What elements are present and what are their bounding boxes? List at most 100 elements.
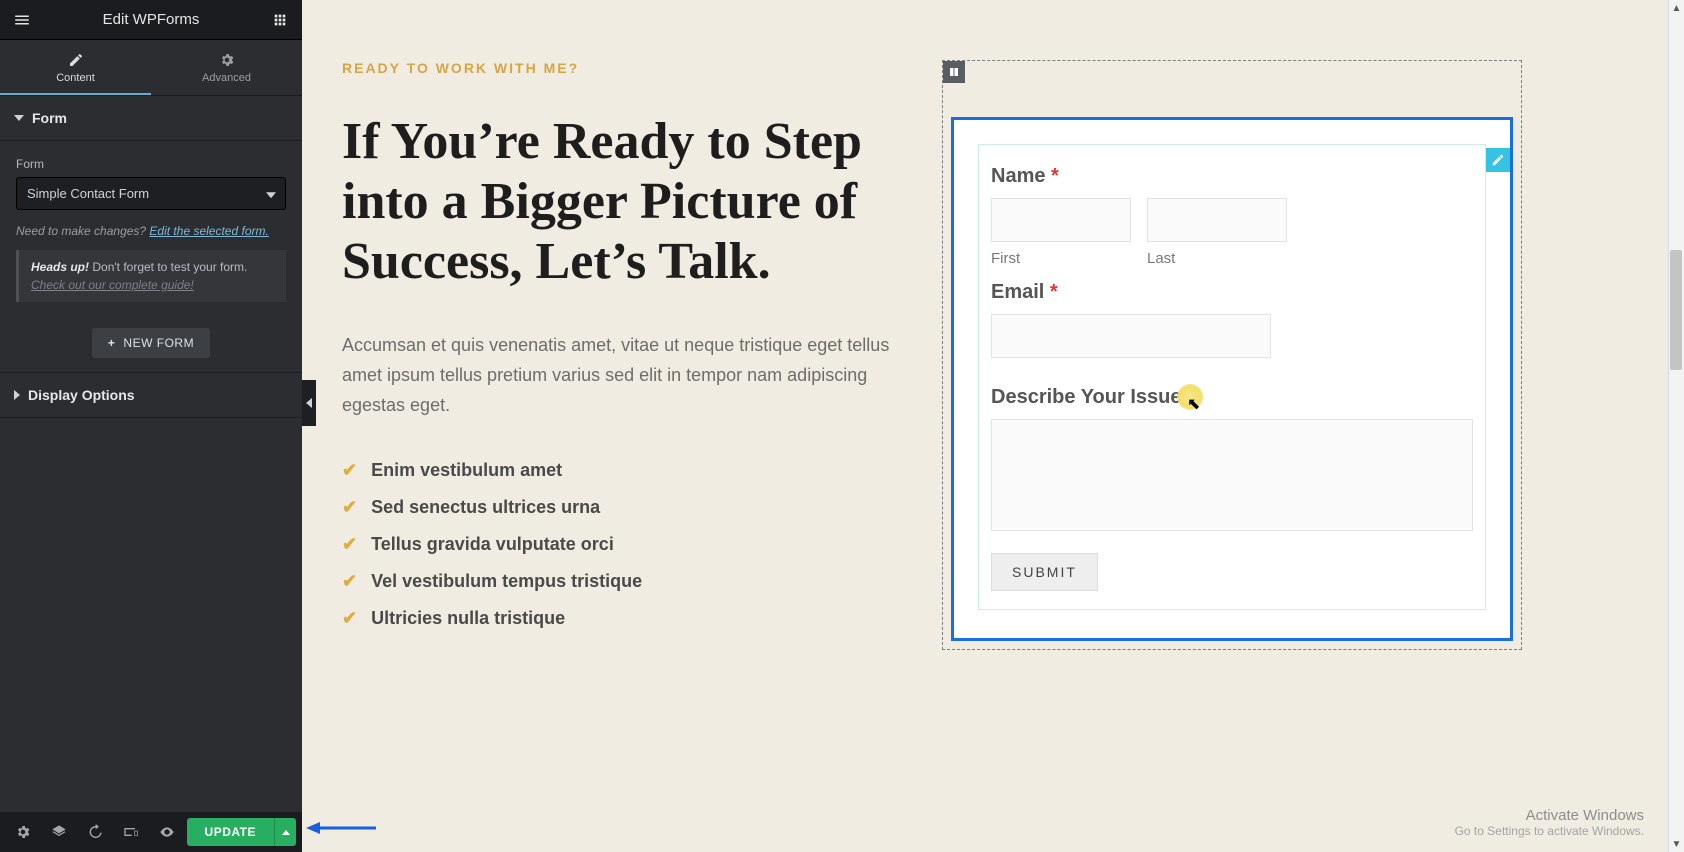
section-display-label: Display Options — [28, 387, 135, 403]
form-widget-section[interactable]: Name * First Last Email * — [942, 60, 1522, 650]
check-icon: ✔ — [342, 497, 357, 518]
new-form-label: NEW FORM — [123, 336, 194, 350]
issue-label-text: Describe Your Issue — [991, 386, 1187, 408]
pencil-icon — [1491, 153, 1505, 167]
responsive-button[interactable] — [114, 812, 148, 852]
feature-text: Vel vestibulum tempus tristique — [371, 571, 642, 592]
update-button[interactable]: UPDATE — [187, 818, 274, 846]
page-columns: READY TO WORK WITH ME? If You’re Ready t… — [342, 60, 1644, 650]
feature-item: ✔ Tellus gravida vulputate orci — [342, 534, 902, 555]
note-text: Don't forget to test your form. — [89, 260, 247, 274]
feature-text: Sed senectus ultrices urna — [371, 497, 600, 518]
note-bold: Heads up! — [31, 260, 89, 274]
gear-icon — [219, 52, 235, 68]
feature-item: ✔ Ultricies nulla tristique — [342, 608, 902, 629]
panel-footer: UPDATE — [0, 812, 302, 852]
required-mark: * — [1051, 165, 1059, 187]
hamburger-icon — [13, 11, 31, 29]
issue-textarea[interactable] — [991, 419, 1473, 531]
headline: If You’re Ready to Step into a Bigger Pi… — [342, 112, 902, 291]
check-icon: ✔ — [342, 608, 357, 629]
form-select[interactable]: Simple Contact Form — [16, 177, 286, 210]
last-name-input[interactable] — [1147, 198, 1287, 242]
last-name-group: Last — [1147, 198, 1287, 267]
panel-header: Edit WPForms — [0, 0, 302, 40]
edit-form-link[interactable]: Edit the selected form. — [149, 224, 268, 238]
first-name-input[interactable] — [991, 198, 1131, 242]
check-icon: ✔ — [342, 534, 357, 555]
new-form-button[interactable]: + NEW FORM — [92, 328, 210, 358]
editor-panel: Edit WPForms Content Advanced Form Form … — [0, 0, 302, 852]
caret-down-icon — [14, 115, 24, 121]
section-handle[interactable] — [943, 61, 965, 83]
scroll-thumb[interactable] — [1670, 250, 1682, 370]
update-group: UPDATE — [187, 818, 296, 846]
section-form-label: Form — [32, 110, 67, 126]
windows-watermark: Activate Windows Go to Settings to activ… — [1455, 807, 1644, 838]
feature-item: ✔ Vel vestibulum tempus tristique — [342, 571, 902, 592]
form-inner: Name * First Last Email * — [978, 144, 1486, 610]
issue-label: Describe Your Issue * — [991, 386, 1473, 409]
caret-right-icon — [14, 390, 20, 400]
feature-item: ✔ Enim vestibulum amet — [342, 460, 902, 481]
menu-button[interactable] — [0, 0, 44, 40]
feature-text: Tellus gravida vulputate orci — [371, 534, 614, 555]
feature-text: Ultricies nulla tristique — [371, 608, 565, 629]
eye-icon — [159, 824, 175, 840]
content-column: READY TO WORK WITH ME? If You’re Ready t… — [342, 60, 902, 650]
email-input[interactable] — [991, 314, 1271, 358]
watermark-title: Activate Windows — [1455, 807, 1644, 824]
watermark-sub: Go to Settings to activate Windows. — [1455, 824, 1644, 838]
check-icon: ✔ — [342, 460, 357, 481]
grid-icon — [272, 12, 288, 28]
note-guide-link[interactable]: Check out our complete guide! — [31, 278, 194, 292]
pencil-icon — [68, 52, 84, 68]
devices-icon — [123, 824, 139, 840]
submit-button[interactable]: SUBMIT — [991, 553, 1098, 591]
form-field-label: Form — [16, 157, 286, 171]
form-select-wrap: Simple Contact Form — [16, 177, 286, 210]
editor-canvas[interactable]: READY TO WORK WITH ME? If You’re Ready t… — [302, 0, 1684, 852]
tab-advanced[interactable]: Advanced — [151, 40, 302, 95]
panel-tabs: Content Advanced — [0, 40, 302, 96]
scroll-up-button[interactable]: ▲ — [1669, 0, 1684, 16]
section-display-toggle[interactable]: Display Options — [0, 372, 302, 418]
email-label: Email * — [991, 281, 1473, 304]
preview-button[interactable] — [150, 812, 184, 852]
feature-text: Enim vestibulum amet — [371, 460, 562, 481]
panel-title: Edit WPForms — [44, 11, 258, 28]
selected-widget[interactable]: Name * First Last Email * — [951, 117, 1513, 641]
page-scrollbar[interactable]: ▲ ▼ — [1668, 0, 1684, 852]
feature-item: ✔ Sed senectus ultrices urna — [342, 497, 902, 518]
section-form-toggle[interactable]: Form — [0, 96, 302, 141]
layers-icon — [51, 824, 67, 840]
required-mark: * — [1187, 386, 1195, 408]
section-form-body: Form Simple Contact Form Need to make ch… — [0, 141, 302, 372]
edit-widget-button[interactable] — [1486, 148, 1510, 172]
history-icon — [87, 824, 103, 840]
check-icon: ✔ — [342, 571, 357, 592]
settings-button[interactable] — [6, 812, 40, 852]
name-row: First Last — [991, 198, 1473, 267]
edit-hint: Need to make changes? Edit the selected … — [16, 224, 286, 238]
edit-hint-prefix: Need to make changes? — [16, 224, 149, 238]
update-more-button[interactable] — [274, 818, 296, 846]
widgets-button[interactable] — [258, 0, 302, 40]
tab-advanced-label: Advanced — [202, 72, 251, 84]
first-sublabel: First — [991, 250, 1131, 267]
tab-content[interactable]: Content — [0, 40, 151, 95]
columns-icon — [948, 66, 960, 78]
first-name-group: First — [991, 198, 1131, 267]
navigator-button[interactable] — [42, 812, 76, 852]
name-label: Name * — [991, 165, 1473, 188]
scroll-down-button[interactable]: ▼ — [1669, 836, 1684, 852]
tab-content-label: Content — [56, 72, 95, 84]
name-label-text: Name — [991, 165, 1051, 187]
feature-list: ✔ Enim vestibulum amet ✔ Sed senectus ultr… — [342, 460, 902, 629]
collapse-panel-handle[interactable] — [302, 380, 316, 426]
plus-icon: + — [108, 336, 116, 350]
last-sublabel: Last — [1147, 250, 1287, 267]
history-button[interactable] — [78, 812, 112, 852]
heads-up-note: Heads up! Don't forget to test your form… — [16, 250, 286, 302]
eyebrow-text: READY TO WORK WITH ME? — [342, 60, 902, 76]
